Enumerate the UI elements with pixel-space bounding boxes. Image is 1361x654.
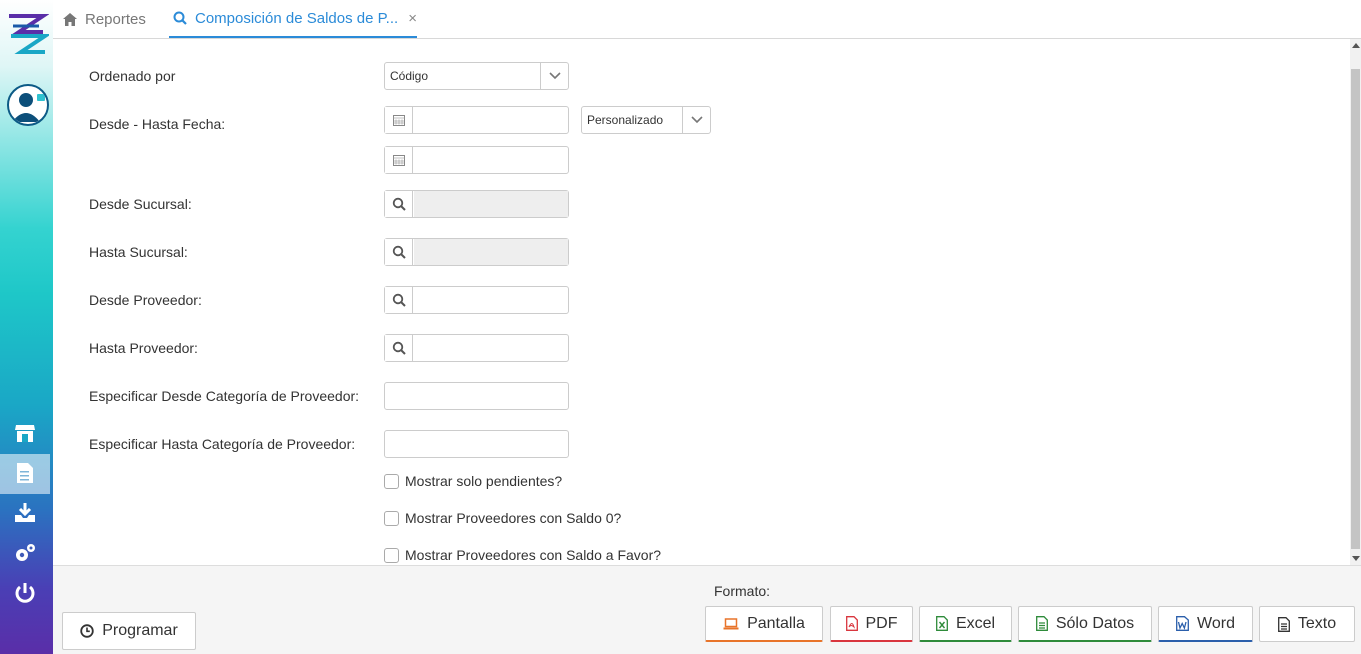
- document-icon: [16, 462, 34, 487]
- nav-store[interactable]: [0, 414, 50, 454]
- scroll-thumb[interactable]: [1351, 69, 1360, 549]
- search-icon[interactable]: [385, 239, 413, 265]
- desde-proveedor-field[interactable]: [384, 286, 569, 314]
- pantalla-label: Pantalla: [747, 614, 805, 632]
- pdf-label: PDF: [865, 614, 898, 632]
- nav-reports[interactable]: [0, 454, 50, 494]
- hasta-proveedor-label: Hasta Proveedor:: [89, 340, 198, 356]
- tab-reportes[interactable]: Reportes: [63, 0, 146, 38]
- hasta-categoria-input[interactable]: [384, 430, 569, 458]
- nav-settings[interactable]: [0, 534, 50, 574]
- close-tab-icon[interactable]: ×: [408, 10, 417, 27]
- excel-label: Excel: [955, 614, 996, 632]
- desde-categoria-input[interactable]: [384, 382, 569, 410]
- power-icon: [14, 582, 36, 607]
- ordenado-por-select[interactable]: Código: [384, 62, 569, 90]
- hasta-fecha-input[interactable]: [414, 147, 568, 173]
- pdf-button[interactable]: PDF: [830, 606, 913, 642]
- word-file-icon: [1176, 616, 1189, 631]
- search-icon[interactable]: [385, 287, 413, 313]
- search-icon: [173, 11, 187, 25]
- fecha-range-value: Personalizado: [587, 113, 664, 127]
- desde-fecha-field[interactable]: [384, 106, 569, 134]
- nav-power[interactable]: [0, 574, 50, 614]
- home-icon: [63, 12, 77, 26]
- app-logo[interactable]: [5, 12, 52, 54]
- desde-categoria-label: Especificar Desde Categoría de Proveedor…: [89, 388, 360, 404]
- chk-saldo0-label: Mostrar Proveedores con Saldo 0?: [405, 510, 622, 526]
- hasta-proveedor-input[interactable]: [414, 335, 568, 361]
- calendar-icon[interactable]: [385, 147, 413, 173]
- programar-label: Programar: [102, 622, 178, 639]
- gears-icon: [14, 542, 36, 567]
- word-button[interactable]: Word: [1158, 606, 1253, 642]
- programar-button[interactable]: Programar: [62, 612, 196, 650]
- fecha-label: Desde - Hasta Fecha:: [89, 116, 226, 132]
- calendar-icon[interactable]: [385, 107, 413, 133]
- download-tray-icon: [14, 502, 36, 526]
- checkbox[interactable]: [384, 510, 399, 526]
- text-file-icon: [1277, 616, 1290, 632]
- hasta-sucursal-field[interactable]: [384, 238, 569, 266]
- desde-sucursal-label: Desde Sucursal:: [89, 196, 192, 212]
- fecha-range-select[interactable]: Personalizado: [581, 106, 711, 134]
- word-label: Word: [1197, 614, 1235, 632]
- desde-sucursal-input[interactable]: [414, 191, 568, 217]
- hasta-proveedor-field[interactable]: [384, 334, 569, 362]
- solo-datos-label: Sólo Datos: [1055, 614, 1135, 632]
- vertical-scrollbar[interactable]: [1350, 39, 1361, 565]
- checkbox[interactable]: [384, 547, 399, 563]
- hasta-sucursal-input[interactable]: [414, 239, 568, 265]
- checkbox[interactable]: [384, 473, 399, 489]
- desde-proveedor-input[interactable]: [414, 287, 568, 313]
- excel-button[interactable]: Excel: [919, 606, 1012, 642]
- tab-label: Reportes: [85, 10, 146, 28]
- formato-label: Formato:: [714, 583, 771, 599]
- solo-datos-button[interactable]: Sólo Datos: [1018, 606, 1152, 642]
- chk-saldo-favor-label: Mostrar Proveedores con Saldo a Favor?: [405, 547, 662, 563]
- tab-composicion-saldos[interactable]: Composición de Saldos de P... ×: [169, 0, 417, 38]
- excel-file-icon: [935, 616, 948, 631]
- chevron-down-icon: [540, 63, 568, 89]
- scroll-down-icon[interactable]: [1352, 556, 1360, 561]
- tab-bar: Reportes Composición de Saldos de P... ×: [53, 0, 1361, 39]
- chk-pendientes-label: Mostrar solo pendientes?: [405, 473, 563, 489]
- user-avatar[interactable]: [7, 84, 49, 126]
- data-file-icon: [1035, 616, 1048, 631]
- hasta-categoria-label: Especificar Hasta Categoría de Proveedor…: [89, 436, 356, 452]
- chk-pendientes[interactable]: Mostrar solo pendientes?: [384, 473, 562, 489]
- ordenado-por-value: Código: [390, 69, 429, 83]
- clock-icon: [80, 624, 94, 638]
- sidebar: [0, 0, 53, 654]
- tab-label: Composición de Saldos de P...: [195, 9, 399, 27]
- scroll-up-icon[interactable]: [1352, 43, 1360, 48]
- hasta-sucursal-label: Hasta Sucursal:: [89, 244, 188, 260]
- search-icon[interactable]: [385, 191, 413, 217]
- hasta-fecha-field[interactable]: [384, 146, 569, 174]
- texto-label: Texto: [1297, 615, 1337, 632]
- laptop-icon: [723, 617, 739, 630]
- pdf-file-icon: [845, 616, 858, 631]
- search-icon[interactable]: [385, 335, 413, 361]
- nav-download[interactable]: [0, 494, 50, 534]
- chk-saldo-favor[interactable]: Mostrar Proveedores con Saldo a Favor?: [384, 547, 661, 563]
- pantalla-button[interactable]: Pantalla: [705, 606, 823, 642]
- texto-button[interactable]: Texto: [1259, 606, 1355, 642]
- store-icon: [14, 422, 36, 447]
- footer-bar: Programar Formato: Pantalla PDF Excel Só…: [53, 565, 1361, 654]
- desde-fecha-input[interactable]: [414, 107, 568, 133]
- ordenado-por-label: Ordenado por: [89, 68, 176, 84]
- desde-proveedor-label: Desde Proveedor:: [89, 292, 202, 308]
- desde-sucursal-field[interactable]: [384, 190, 569, 218]
- report-form: Ordenado por Código Desde - Hasta Fecha:…: [53, 39, 1350, 565]
- chk-saldo0[interactable]: Mostrar Proveedores con Saldo 0?: [384, 510, 621, 526]
- chevron-down-icon: [682, 107, 710, 133]
